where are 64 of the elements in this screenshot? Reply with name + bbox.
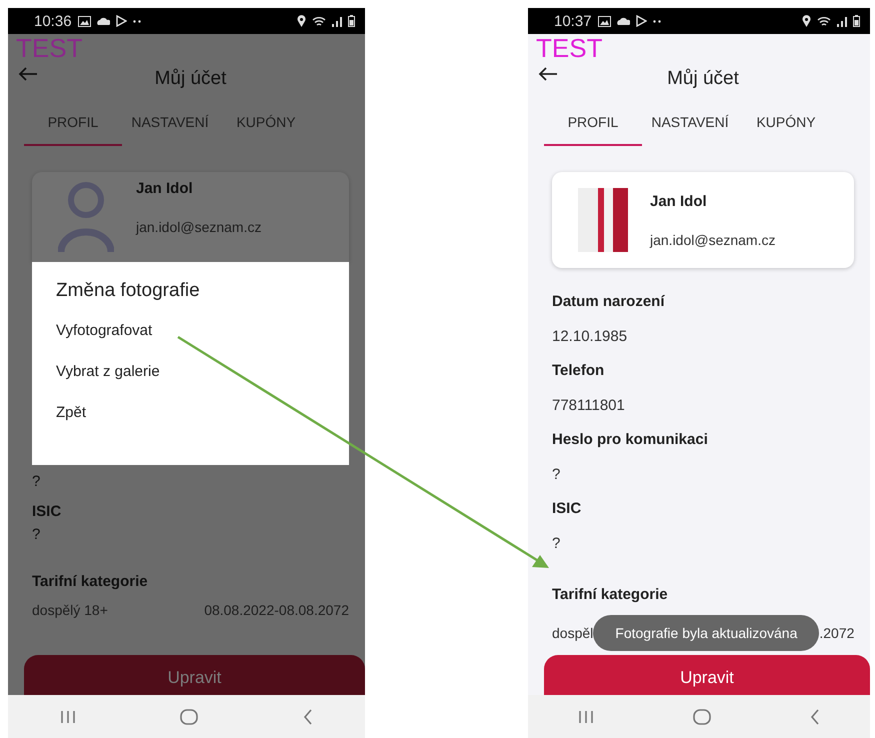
signal-icon <box>332 16 342 26</box>
field-label: Heslo pro komunikaci <box>552 430 709 450</box>
recent-apps-icon[interactable] <box>60 710 76 724</box>
signal-icon <box>837 16 847 26</box>
play-icon <box>116 15 127 27</box>
wifi-icon <box>817 16 831 26</box>
toast-message: Fotografie byla aktualizována <box>593 615 820 651</box>
tab[interactable]: KUPÓNY <box>738 100 834 146</box>
play-icon <box>636 15 647 27</box>
back-icon[interactable] <box>810 708 820 724</box>
cloud-icon <box>96 17 110 25</box>
edit-button[interactable]: Upravit <box>544 655 870 695</box>
back-icon[interactable] <box>302 708 313 724</box>
status-time: 10:36 <box>34 12 72 30</box>
dialog-option[interactable]: Vybrat z galerie <box>56 351 160 392</box>
recent-apps-icon[interactable] <box>578 710 594 724</box>
battery-icon <box>348 15 355 27</box>
more-icon <box>652 20 661 22</box>
image-icon <box>78 16 91 26</box>
field-label: Telefon <box>552 361 606 381</box>
status-time: 10:37 <box>554 12 592 30</box>
field-value: ? <box>552 466 562 483</box>
tariff-validity: 08.08.2022-08.08.2072 <box>204 602 349 618</box>
screen-title: Můj účet <box>667 68 739 90</box>
location-pin-icon <box>802 15 811 27</box>
field-value: ? <box>32 473 42 490</box>
field-label: Tarifní kategorie <box>552 586 669 603</box>
image-icon <box>598 16 611 26</box>
battery-icon <box>853 15 860 27</box>
field-label: Tarifní kategorie <box>32 573 149 590</box>
environment-label: TEST <box>16 34 82 62</box>
user-name: Jan Idol <box>650 192 708 210</box>
profile-card[interactable]: Jan Idol jan.idol@seznam.cz <box>32 172 349 262</box>
back-arrow-icon[interactable] <box>538 66 558 82</box>
field-label: ISIC <box>32 502 62 522</box>
user-name: Jan Idol <box>136 180 194 197</box>
tab[interactable]: NASTAVENÍ <box>642 100 738 146</box>
field-value: 778111801 <box>552 397 626 414</box>
cloud-icon <box>616 17 630 25</box>
tab[interactable]: PROFIL <box>544 100 642 146</box>
field-label: ISIC <box>552 499 582 519</box>
person-icon <box>58 180 114 254</box>
tariff-category: dospěl <box>552 625 594 641</box>
dialog-option[interactable]: Zpět <box>56 392 86 433</box>
dialog-option[interactable]: Vyfotografovat <box>56 310 152 351</box>
user-email: jan.idol@seznam.cz <box>136 219 262 235</box>
more-icon <box>132 20 141 22</box>
tariff-category: dospělý 18+ <box>32 602 108 618</box>
tariff-validity: .2072 <box>819 625 854 641</box>
home-icon[interactable] <box>692 708 711 724</box>
field-value: 12.10.1985 <box>552 328 628 345</box>
user-email: jan.idol@seznam.cz <box>650 232 776 248</box>
location-pin-icon <box>297 15 306 27</box>
dialog-title: Změna fotografie <box>56 280 201 302</box>
wifi-icon <box>312 16 326 26</box>
home-icon[interactable] <box>180 708 198 724</box>
environment-label: TEST <box>536 34 602 62</box>
field-value: ? <box>32 526 42 543</box>
edit-button[interactable]: Upravit <box>24 655 365 695</box>
field-label: Datum narození <box>552 292 666 312</box>
profile-card[interactable]: Jan Idol jan.idol@seznam.cz <box>552 172 854 268</box>
photo-placeholder <box>578 188 628 252</box>
screen-title: Můj účet <box>154 68 226 90</box>
field-value: ? <box>552 535 562 552</box>
